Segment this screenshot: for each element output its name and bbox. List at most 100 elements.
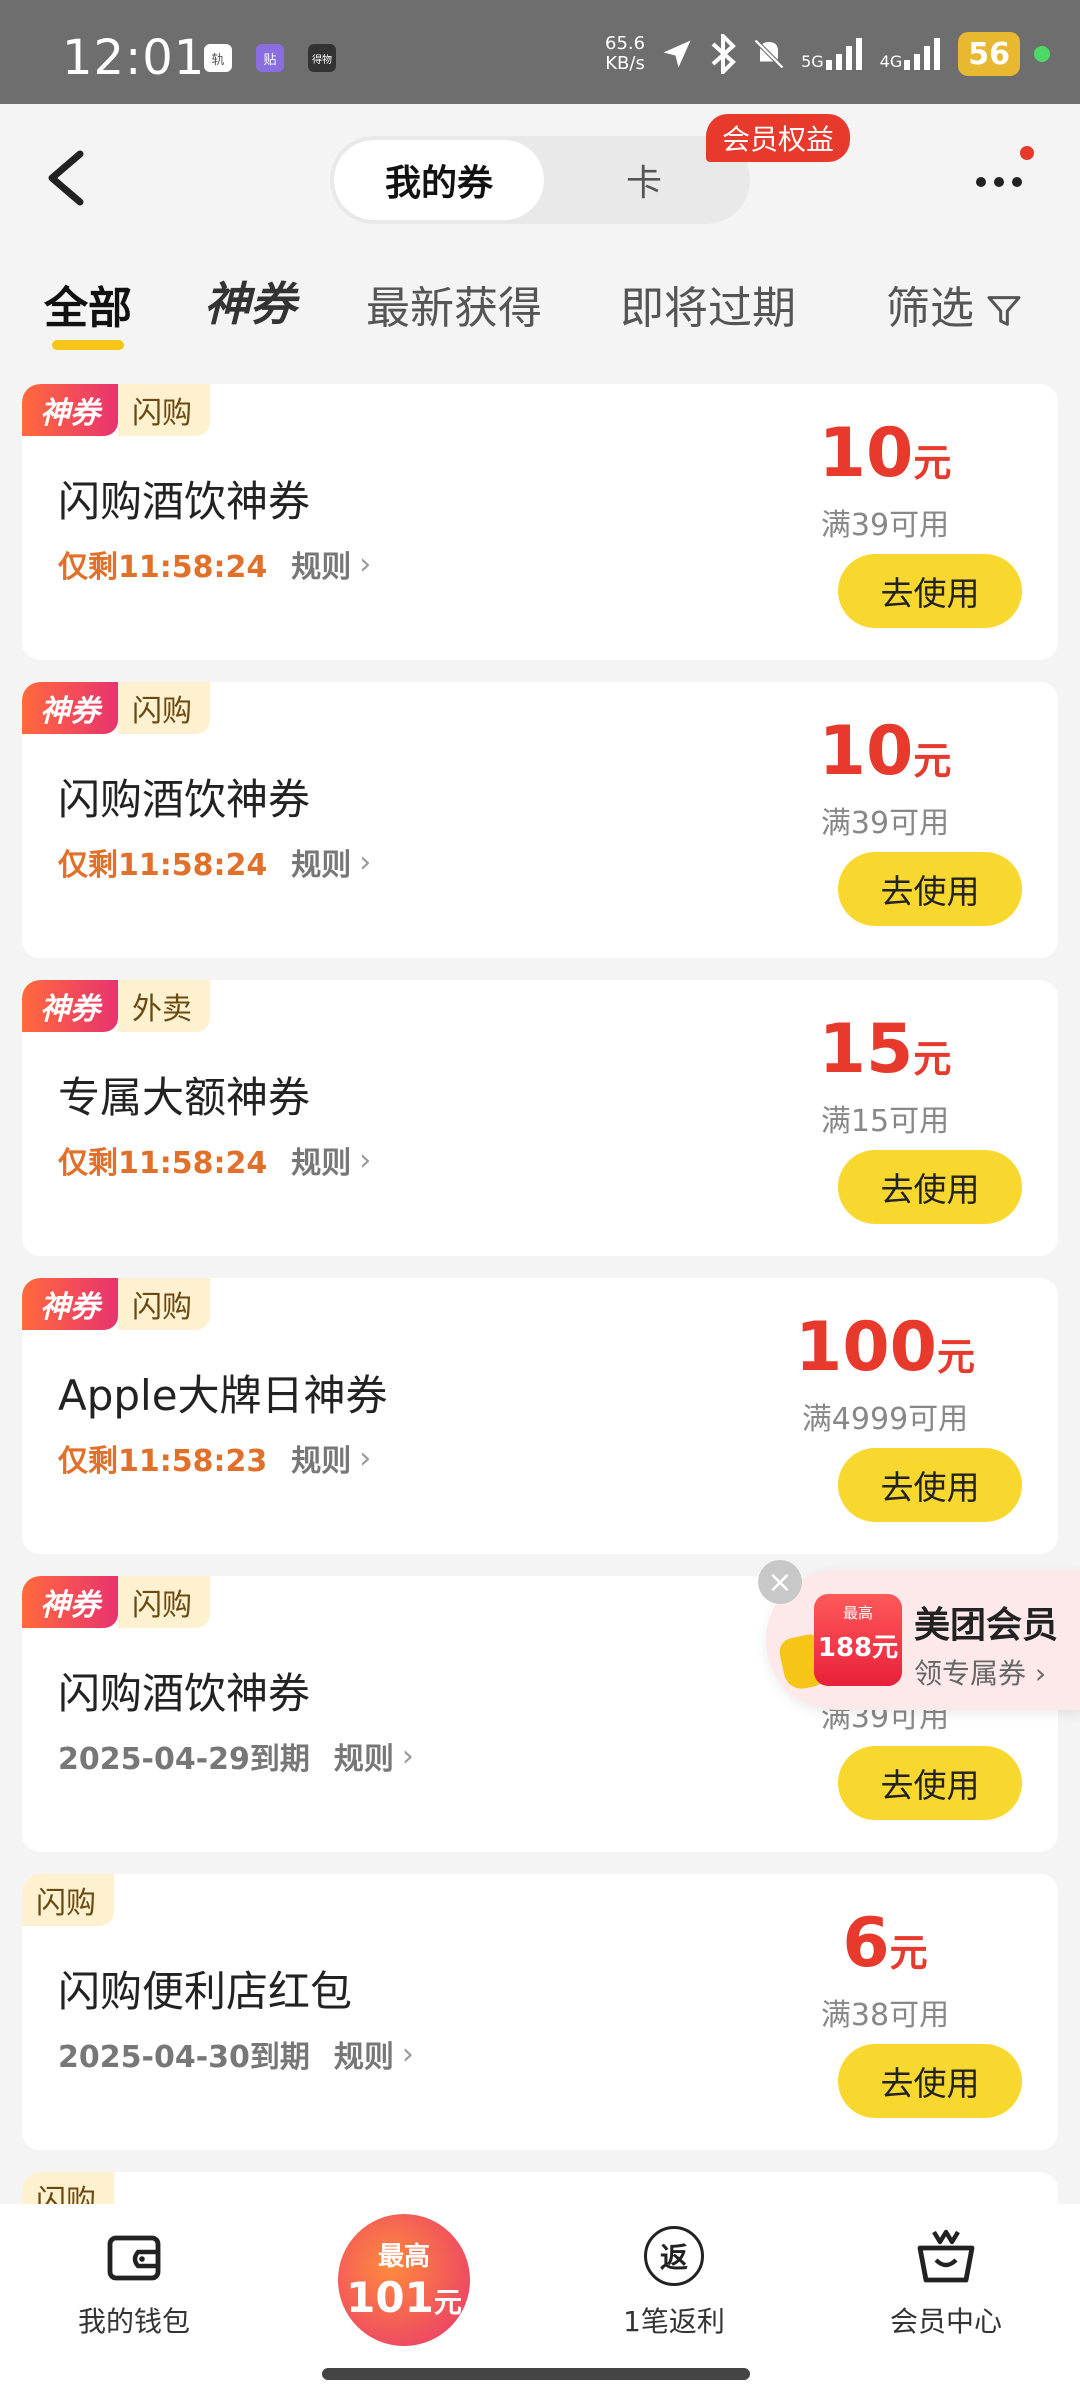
coupon-meta: 仅剩11:58:24 规则 › xyxy=(58,1138,371,1182)
chevron-right-icon: › xyxy=(359,1142,372,1178)
coupon-card: 神券 外卖 专属大额神券 仅剩11:58:24 规则 › 15元 满15可用 去使… xyxy=(22,980,1058,1256)
coupon-meta: 2025-04-29到期 规则 › xyxy=(58,1734,414,1778)
promo-subtitle: 领专属券 › xyxy=(914,1657,1047,1690)
chevron-right-icon: › xyxy=(359,546,372,582)
coupon-list: 神券 闪购 闪购酒饮神券 仅剩11:58:24 规则 › 10元 满39可用 去使… xyxy=(0,364,1080,2204)
coupon-card: 闪购 闪购便利店红包 2025-04-30到期 规则 › 6元 满38可用 去使用 xyxy=(22,1874,1058,2150)
coupon-meta: 2025-04-30到期 规则 › xyxy=(58,2032,414,2076)
status-bar: 12:01 轨 贴 得物 65.6 KB/s 5G 4G 56 xyxy=(0,0,1080,104)
coupon-meta: 仅剩11:58:24 规则 › xyxy=(58,840,371,884)
notification-app-icon: 得物 xyxy=(308,44,336,72)
category-tag: 外卖 xyxy=(118,980,210,1032)
countdown-timer: 仅剩11:58:24 xyxy=(58,550,268,585)
crown-basket-icon xyxy=(914,2224,978,2288)
usage-condition: 满4999可用 xyxy=(801,1402,969,1437)
coupon-meta: 仅剩11:58:24 规则 › xyxy=(58,542,371,586)
coupon-amount: 6元 xyxy=(842,1904,928,1983)
coupon-title: 闪购便利店红包 xyxy=(58,1967,353,2016)
coupon-title: 闪购酒饮神券 xyxy=(58,477,311,526)
nav-center-rebate-max[interactable]: 最高 101元 xyxy=(338,2214,470,2346)
notification-app-icon: 轨 xyxy=(204,44,232,72)
notification-app-icon: 贴 xyxy=(256,44,284,72)
shen-coupon-badge: 神券 xyxy=(22,384,118,436)
use-coupon-button[interactable]: 去使用 xyxy=(838,1150,1022,1224)
category-tag: 闪购 xyxy=(118,1278,210,1330)
coupon-card: 神券 闪购 闪购酒饮神券 仅剩11:58:24 规则 › 10元 满39可用 去使… xyxy=(22,384,1058,660)
coupon-card: 神券 闪购 Apple大牌日神券 仅剩11:58:23 规则 › 100元 满49… xyxy=(22,1278,1058,1554)
rebate-icon: 返 xyxy=(642,2224,706,2288)
promo-title: 美团会员 xyxy=(914,1605,1059,1646)
coupon-title: Apple大牌日神券 xyxy=(58,1371,388,1420)
active-tab-indicator xyxy=(52,340,124,350)
rules-link[interactable]: 规则 xyxy=(291,1138,351,1182)
filter-tabs: 全部 神券 最新获得 即将过期 筛选 xyxy=(0,244,1080,364)
tab-expiring[interactable]: 即将过期 xyxy=(620,272,796,336)
coupon-amount: 100元 xyxy=(795,1308,975,1387)
category-tag: 闪购 xyxy=(118,1576,210,1628)
tab-shen-coupon[interactable]: 神券 xyxy=(204,268,296,334)
promo-badge: 最高 188元 xyxy=(814,1594,902,1686)
privacy-dot xyxy=(1034,46,1050,62)
chevron-right-icon: › xyxy=(359,844,372,880)
category-tag: 闪购 xyxy=(118,384,210,436)
rules-link[interactable]: 规则 xyxy=(334,2032,394,2076)
filter-icon xyxy=(987,296,1021,326)
coupon-card: 神券 闪购 闪购酒饮神券 仅剩11:58:24 规则 › 10元 满39可用 去使… xyxy=(22,682,1058,958)
tab-all[interactable]: 全部 xyxy=(44,272,132,336)
coupon-amount: 15元 xyxy=(818,1010,952,1089)
use-coupon-button[interactable]: 去使用 xyxy=(838,1746,1022,1820)
coupon-title: 闪购酒饮神券 xyxy=(58,775,311,824)
chevron-right-icon: › xyxy=(401,2036,414,2072)
nav-rebate[interactable]: 返 1笔返利 xyxy=(574,2224,774,2340)
home-indicator xyxy=(322,2368,750,2380)
usage-condition: 满39可用 xyxy=(820,508,950,543)
chevron-right-icon: › xyxy=(359,1440,372,1476)
more-menu-icon[interactable] xyxy=(976,172,1032,192)
tab-my-coupons[interactable]: 我的券 xyxy=(334,140,544,220)
category-tag: 闪购 xyxy=(22,1874,114,1926)
category-tag: 闪购 xyxy=(118,682,210,734)
rules-link[interactable]: 规则 xyxy=(291,542,351,586)
use-coupon-button[interactable]: 去使用 xyxy=(838,554,1022,628)
tab-filter[interactable]: 筛选 xyxy=(886,272,1024,336)
countdown-timer: 仅剩11:58:24 xyxy=(58,1146,268,1181)
coupon-amount: 10元 xyxy=(818,712,952,791)
signal-5g-icon: 5G xyxy=(801,38,866,70)
location-icon xyxy=(663,40,691,68)
category-tag: 闪购 xyxy=(22,2172,114,2204)
tab-newest[interactable]: 最新获得 xyxy=(366,272,542,336)
rules-link[interactable]: 规则 xyxy=(291,1436,351,1480)
use-coupon-button[interactable]: 去使用 xyxy=(838,2044,1022,2118)
network-speed: 65.6 KB/s xyxy=(605,33,646,74)
signal-4g-icon: 4G xyxy=(880,38,945,70)
bluetooth-icon xyxy=(711,34,736,74)
coupon-title: 闪购酒饮神券 xyxy=(58,1669,311,1718)
close-icon[interactable]: × xyxy=(758,1560,802,1604)
status-icons: 65.6 KB/s 5G 4G 56 xyxy=(605,26,1050,82)
coupon-card: 闪购 xyxy=(22,2172,1058,2204)
shen-coupon-badge: 神券 xyxy=(22,1278,118,1330)
nav-member-center[interactable]: 会员中心 xyxy=(846,2224,1046,2340)
nav-wallet[interactable]: 我的钱包 xyxy=(34,2224,234,2340)
expiry-date: 2025-04-30到期 xyxy=(58,2040,310,2075)
member-promo-float[interactable]: 最高 188元 美团会员 领专属券 › xyxy=(766,1570,1080,1710)
shen-coupon-badge: 神券 xyxy=(22,682,118,734)
notification-dot xyxy=(1020,146,1034,160)
mute-bell-icon xyxy=(754,38,785,70)
battery-indicator: 56 xyxy=(958,32,1020,76)
use-coupon-button[interactable]: 去使用 xyxy=(838,852,1022,926)
rules-link[interactable]: 规则 xyxy=(334,1734,394,1778)
coupon-title: 专属大额神券 xyxy=(58,1073,311,1122)
top-bar: 我的券 卡 会员权益 xyxy=(0,104,1080,244)
status-time: 12:01 xyxy=(62,30,206,86)
back-button[interactable] xyxy=(40,148,92,208)
countdown-timer: 仅剩11:58:24 xyxy=(58,848,268,883)
use-coupon-button[interactable]: 去使用 xyxy=(838,1448,1022,1522)
coupon-card-switch: 我的券 卡 xyxy=(330,136,750,224)
rules-link[interactable]: 规则 xyxy=(291,840,351,884)
shen-coupon-badge: 神券 xyxy=(22,1576,118,1628)
usage-condition: 满15可用 xyxy=(820,1104,950,1139)
expiry-date: 2025-04-29到期 xyxy=(58,1742,310,1777)
member-benefits-badge[interactable]: 会员权益 xyxy=(706,114,851,162)
shen-coupon-badge: 神券 xyxy=(22,980,118,1032)
